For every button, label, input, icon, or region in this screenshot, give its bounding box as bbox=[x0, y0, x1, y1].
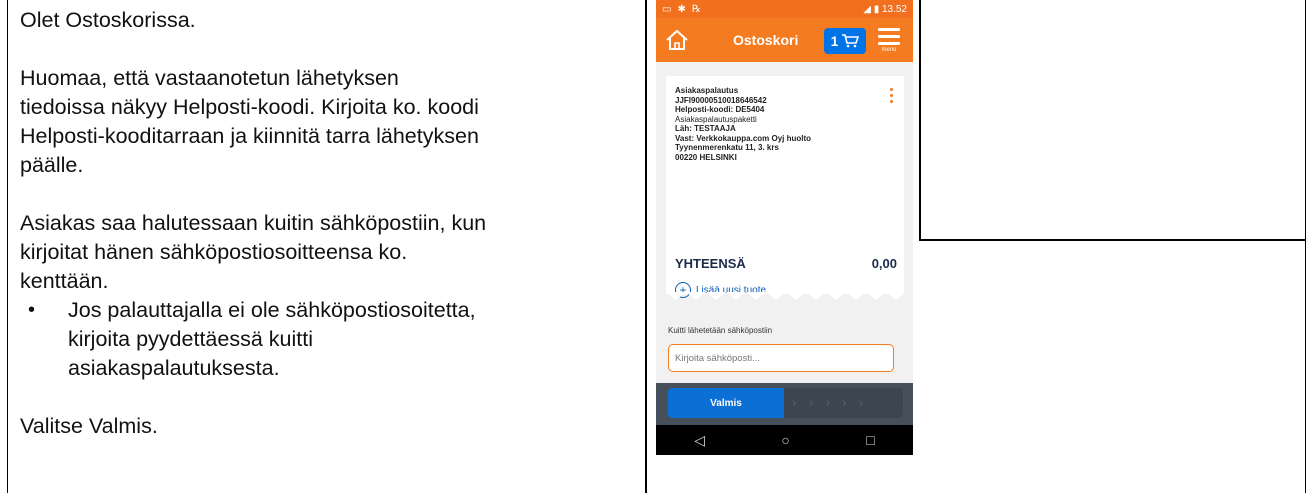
instruction-para2-line: Huomaa, että vastaanotetun lähetyksen bbox=[20, 66, 399, 90]
tracking-code: JJFI90000510018646542 bbox=[675, 95, 767, 105]
status-right: ◢ ▮ 13.52 bbox=[863, 3, 907, 15]
instruction-para2-line: tiedoissa näkyy Helposti-koodi. Kirjoita… bbox=[20, 95, 479, 119]
address: Tyynenmerenkatu 11, 3. krs bbox=[675, 143, 779, 152]
email-input[interactable] bbox=[668, 344, 894, 372]
android-nav-bar: ◁ ○ □ bbox=[656, 425, 913, 455]
cart-icon bbox=[842, 34, 860, 48]
home-circle-icon[interactable]: ○ bbox=[781, 432, 789, 448]
total-row: YHTEENSÄ 0,00 bbox=[675, 256, 897, 271]
status-time: 13.52 bbox=[881, 3, 907, 15]
shipment-info: Asiakaspalautus JJFI90000510018646542 He… bbox=[675, 86, 811, 162]
done-button[interactable]: Valmis bbox=[668, 388, 784, 418]
instruction-final: Valitse Valmis. bbox=[20, 414, 158, 438]
status-bar: ▭ ✱ ℞ ◢ ▮ 13.52 bbox=[656, 0, 913, 18]
total-label: YHTEENSÄ bbox=[675, 256, 746, 271]
sender: Läh: TESTAAJA bbox=[675, 124, 736, 133]
progress-chevrons: ››››› bbox=[792, 394, 876, 410]
instruction-para3-line: Asiakas saa halutessaan kuitin sähköpost… bbox=[20, 211, 487, 235]
row-divider bbox=[919, 239, 1305, 241]
column-divider bbox=[645, 0, 647, 493]
instruction-text: Olet Ostoskorissa. Huomaa, että vastaano… bbox=[20, 6, 640, 441]
status-icons: ▭ ✱ ℞ bbox=[662, 3, 701, 15]
bullet-dot: • bbox=[28, 299, 36, 321]
shipment-type: Asiakaspalautus bbox=[675, 86, 739, 95]
instruction-para2-line: Helposti-kooditarraan ja kiinnitä tarra … bbox=[20, 124, 479, 148]
menu-button[interactable]: menu bbox=[876, 24, 902, 58]
recents-icon[interactable]: □ bbox=[866, 432, 874, 448]
back-icon[interactable]: ◁ bbox=[694, 432, 705, 449]
recipient: Vast: Verkkokauppa.com Oyj huolto bbox=[675, 133, 812, 143]
menu-label: menu bbox=[881, 47, 897, 53]
cart-button[interactable]: 1 bbox=[824, 28, 866, 54]
bullet-line: asiakaspalautuksesta. bbox=[68, 356, 280, 380]
postal-city: 00220 HELSINKI bbox=[675, 152, 737, 162]
product-name: Asiakaspalautuspaketti bbox=[675, 114, 757, 124]
column-divider-right bbox=[919, 0, 921, 240]
bullet-line: Jos palauttajalla ei ole sähköpostiosoit… bbox=[68, 298, 476, 322]
instruction-para3-line: kenttään. bbox=[20, 269, 109, 293]
home-icon[interactable] bbox=[664, 27, 690, 53]
instruction-para2-line: päälle. bbox=[20, 153, 84, 177]
cart-item-card[interactable]: Asiakaspalautus JJFI90000510018646542 He… bbox=[666, 76, 904, 300]
helposti-code: Helposti-koodi: DE5404 bbox=[675, 105, 765, 114]
phone-bottom-margin bbox=[656, 455, 913, 483]
email-label: Kuitti lähetetään sähköpostiin bbox=[668, 326, 773, 335]
app-bar: Ostoskori 1 menu bbox=[656, 18, 913, 62]
bullet-line: kirjoita pyydettäessä kuitti bbox=[68, 327, 313, 351]
bullet-item: • Jos palauttajalla ei ole sähköpostioso… bbox=[28, 296, 640, 383]
receipt-edge bbox=[666, 292, 904, 300]
instruction-para3-line: kirjoitat hänen sähköpostiosoitteensa ko… bbox=[20, 240, 408, 264]
phone-screenshot: ▭ ✱ ℞ ◢ ▮ 13.52 Ostoskori 1 menu Asiakaspa… bbox=[656, 0, 913, 483]
instruction-line-1: Olet Ostoskorissa. bbox=[20, 8, 196, 32]
total-value: 0,00 bbox=[871, 256, 897, 271]
more-options-icon[interactable] bbox=[890, 88, 894, 106]
app-title: Ostoskori bbox=[733, 32, 799, 48]
cart-count: 1 bbox=[830, 33, 839, 49]
